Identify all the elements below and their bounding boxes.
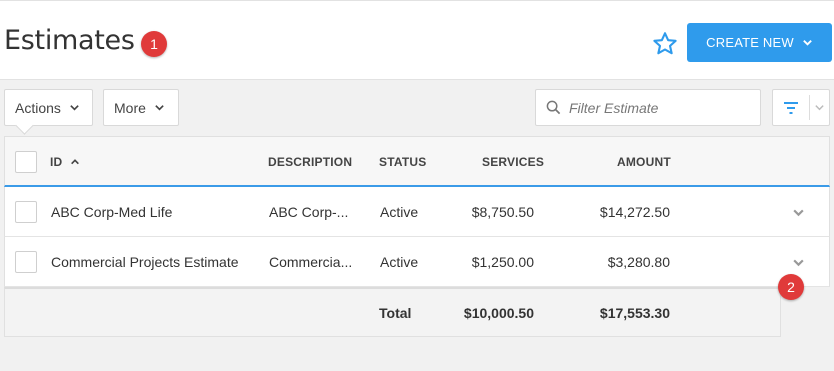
chevron-down-icon [803, 40, 812, 46]
total-label: Total [379, 305, 412, 321]
cell-status: Active [380, 254, 419, 270]
row-checkbox[interactable] [15, 251, 37, 273]
cell-amount: $3,280.80 [607, 254, 670, 270]
cell-services: $8,750.50 [471, 204, 534, 220]
more-dropdown[interactable]: More [103, 89, 179, 126]
page-header: Estimates 1 CREATE NEW [0, 0, 834, 80]
filter-estimate-input[interactable] [569, 99, 749, 116]
cell-services: $1,250.00 [471, 254, 534, 270]
chevron-down-icon [70, 105, 79, 111]
column-header-description[interactable]: DESCRIPTION [268, 155, 352, 169]
cell-amount: $14,272.50 [599, 204, 670, 220]
annotation-badge-2: 2 [778, 274, 804, 300]
cell-id[interactable]: ABC Corp-Med Life [51, 204, 172, 220]
row-checkbox[interactable] [15, 201, 37, 223]
annotation-badge-1: 1 [141, 31, 167, 57]
estimates-table: ID DESCRIPTION STATUS SERVICES AMOUNT AB… [4, 136, 830, 337]
table-row[interactable]: ABC Corp-Med Life ABC Corp-... Active $8… [4, 187, 830, 237]
cell-id[interactable]: Commercial Projects Estimate [51, 254, 239, 270]
divider [809, 95, 810, 120]
table-row[interactable]: Commercial Projects Estimate Commercia..… [4, 237, 830, 287]
total-services: $10,000.50 [463, 305, 534, 321]
chevron-down-icon[interactable] [792, 256, 805, 269]
sort-asc-icon [71, 159, 80, 165]
column-header-amount[interactable]: AMOUNT [617, 155, 671, 169]
select-all-checkbox[interactable] [15, 151, 37, 173]
filter-estimate-field[interactable] [535, 89, 761, 126]
chevron-down-icon[interactable] [814, 102, 825, 113]
search-icon [546, 100, 561, 115]
column-header-status[interactable]: STATUS [379, 155, 426, 169]
more-label: More [114, 99, 146, 116]
filter-icon [784, 102, 798, 114]
chevron-down-icon[interactable] [792, 206, 805, 219]
column-header-id[interactable]: ID [50, 155, 80, 169]
star-icon[interactable] [651, 30, 679, 58]
create-new-label: CREATE NEW [706, 35, 794, 50]
cell-description: Commercia... [269, 254, 353, 270]
column-header-services[interactable]: SERVICES [482, 155, 544, 169]
actions-dropdown[interactable]: Actions [4, 89, 93, 126]
cell-status: Active [380, 204, 419, 220]
column-header-id-label: ID [50, 155, 63, 169]
create-new-button[interactable]: CREATE NEW [687, 23, 832, 62]
page-title: Estimates [4, 25, 135, 56]
cell-description: ABC Corp-... [269, 204, 349, 220]
total-amount: $17,553.30 [599, 305, 670, 321]
actions-label: Actions [15, 99, 61, 116]
table-footer-totals: Total $10,000.50 $17,553.30 [4, 287, 781, 337]
chevron-down-icon [155, 105, 164, 111]
filter-button[interactable] [772, 89, 830, 126]
table-header: ID DESCRIPTION STATUS SERVICES AMOUNT [4, 136, 830, 187]
